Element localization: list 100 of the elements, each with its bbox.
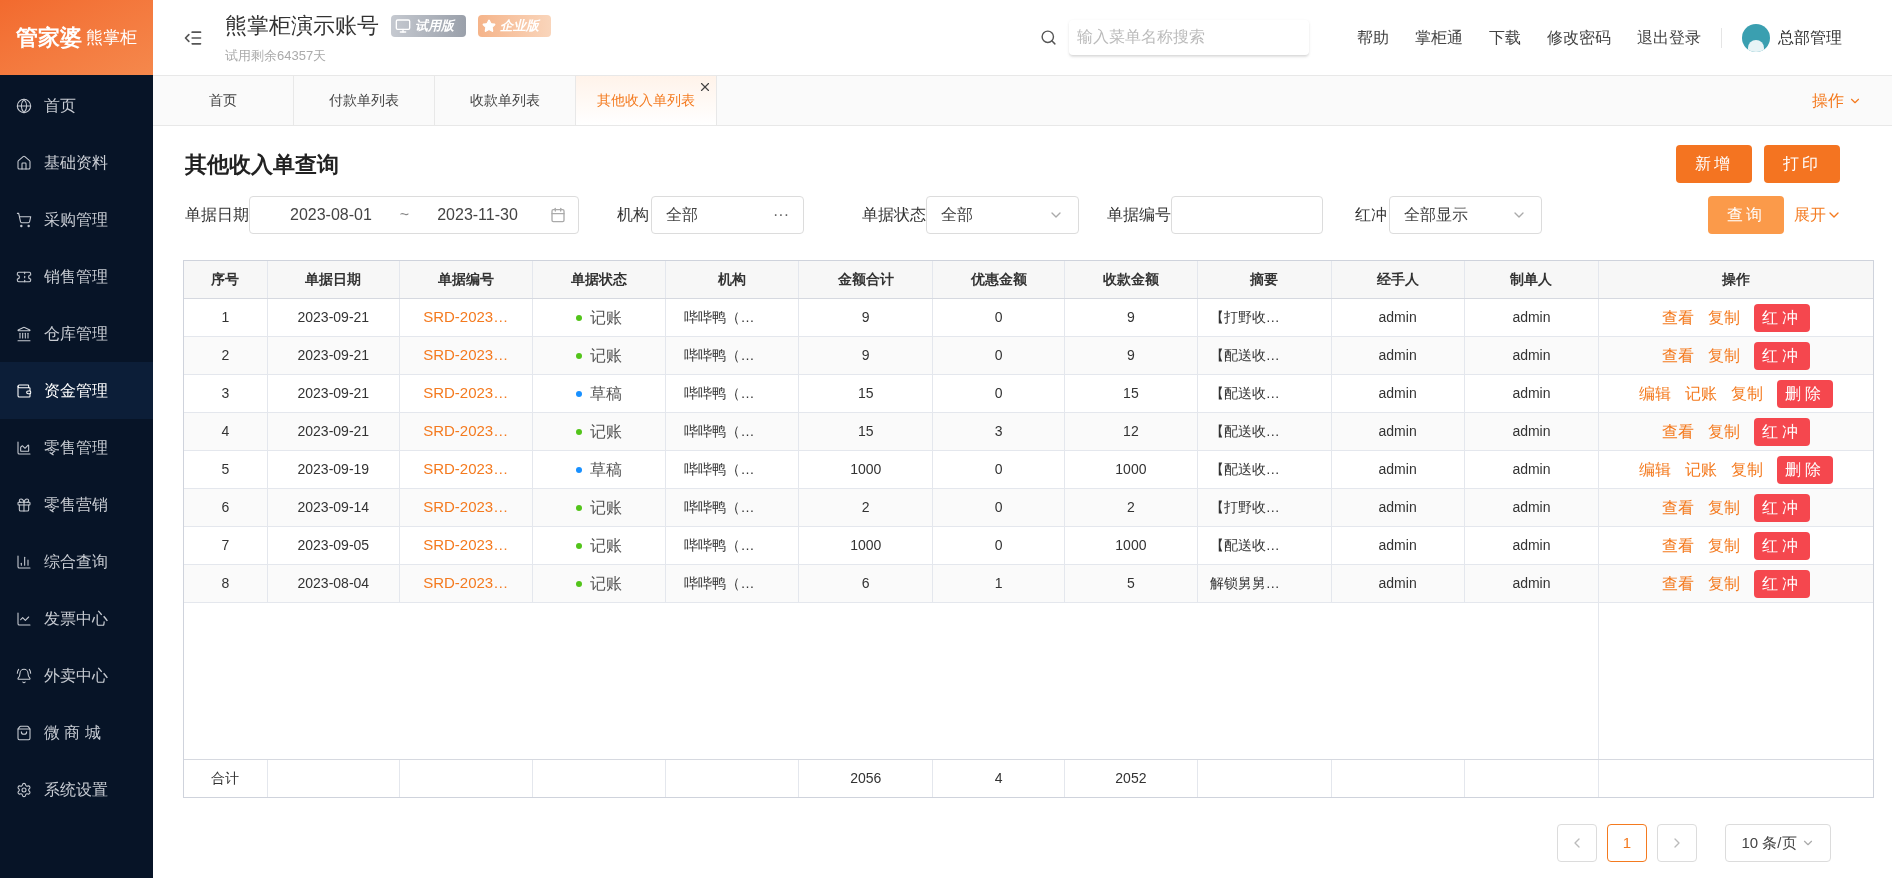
action-link[interactable]: 查看: [1662, 419, 1695, 444]
search-field[interactable]: 输入菜单名称搜索: [1069, 19, 1309, 56]
tab-menu-button[interactable]: 操作: [1812, 76, 1862, 125]
action-link[interactable]: 复制: [1708, 533, 1741, 558]
table-cell: 2023-09-14: [267, 489, 400, 526]
action-link[interactable]: 复制: [1708, 495, 1741, 520]
sidebar-item[interactable]: 零售营销: [0, 476, 153, 533]
total-cell: 合计: [184, 760, 268, 797]
tab[interactable]: 首页: [153, 76, 294, 125]
action-link[interactable]: 记账: [1685, 457, 1718, 482]
action-button[interactable]: 删除: [1777, 455, 1834, 484]
action-link[interactable]: 查看: [1662, 305, 1695, 330]
sidebar-item[interactable]: 仓库管理: [0, 305, 153, 362]
table-cell: admin: [1464, 451, 1600, 488]
table-cell: 15: [799, 413, 934, 450]
table-cell: admin: [1331, 413, 1465, 450]
column-header: 机构: [666, 261, 800, 298]
header-link[interactable]: 掌柜通: [1415, 25, 1463, 50]
document-link[interactable]: SRD-2023…: [399, 565, 533, 602]
status-select[interactable]: 全部: [926, 196, 1079, 234]
action-link[interactable]: 查看: [1662, 571, 1695, 596]
table-cell: admin: [1331, 299, 1465, 336]
document-link[interactable]: SRD-2023…: [399, 489, 533, 526]
sidebar-item[interactable]: 首页: [0, 77, 153, 134]
sidebar-item[interactable]: 微 商 城: [0, 704, 153, 761]
document-link[interactable]: SRD-2023…: [399, 337, 533, 374]
close-icon[interactable]: [698, 80, 712, 94]
header-link[interactable]: 帮助: [1357, 25, 1389, 50]
toolbar-button[interactable]: 新增: [1676, 145, 1752, 183]
document-link[interactable]: SRD-2023…: [399, 527, 533, 564]
column-header: 单据状态: [532, 261, 667, 298]
column-header: 优惠金额: [933, 261, 1065, 298]
action-link[interactable]: 复制: [1708, 571, 1741, 596]
toolbar-button[interactable]: 打印: [1764, 145, 1840, 183]
header-link[interactable]: 修改密码: [1547, 25, 1611, 50]
table-cell: admin: [1464, 413, 1600, 450]
sidebar-item[interactable]: 基础资料: [0, 134, 153, 191]
action-link[interactable]: 查看: [1662, 343, 1695, 368]
action-link[interactable]: 查看: [1662, 495, 1695, 520]
status-cell: 记账: [532, 489, 667, 526]
bell-icon: [16, 667, 32, 684]
table-cell: admin: [1331, 451, 1465, 488]
star-icon: [482, 18, 496, 33]
document-link[interactable]: SRD-2023…: [399, 413, 533, 450]
tab[interactable]: 其他收入单列表: [576, 76, 717, 125]
action-link[interactable]: 复制: [1708, 419, 1741, 444]
trial-note: 试用剩余64357天: [225, 47, 328, 66]
sidebar-item[interactable]: 资金管理: [0, 362, 153, 419]
action-button[interactable]: 红冲: [1754, 569, 1811, 598]
query-button[interactable]: 查询: [1708, 196, 1784, 234]
table-cell: admin: [1331, 489, 1465, 526]
table-cell: 5: [184, 451, 268, 488]
avatar[interactable]: [1742, 23, 1770, 52]
sidebar-item[interactable]: 零售管理: [0, 419, 153, 476]
table-cell: admin: [1464, 337, 1600, 374]
action-link[interactable]: 复制: [1731, 381, 1764, 406]
action-link[interactable]: 编辑: [1639, 381, 1672, 406]
action-button[interactable]: 红冲: [1754, 303, 1811, 332]
sidebar-item[interactable]: 发票中心: [0, 590, 153, 647]
table-cell: 哔哔鸭（…: [666, 565, 800, 602]
column-header: 单据编号: [399, 261, 533, 298]
action-button[interactable]: 删除: [1777, 379, 1834, 408]
page-size-select[interactable]: 10 条/页: [1725, 824, 1831, 862]
action-link[interactable]: 复制: [1731, 457, 1764, 482]
table-cell: 2023-09-21: [267, 299, 400, 336]
document-link[interactable]: SRD-2023…: [399, 299, 533, 336]
expand-button[interactable]: 展开: [1794, 203, 1842, 227]
table-cell: 2023-09-21: [267, 375, 400, 412]
document-link[interactable]: SRD-2023…: [399, 375, 533, 412]
table-cell: admin: [1331, 565, 1465, 602]
sidebar-item[interactable]: 系统设置: [0, 761, 153, 818]
table-cell: 2023-09-21: [267, 337, 400, 374]
action-link[interactable]: 复制: [1708, 343, 1741, 368]
calendar-icon: [550, 207, 566, 223]
action-button[interactable]: 红冲: [1754, 341, 1811, 370]
page-title: 其他收入单查询: [185, 150, 339, 179]
table-cell: 2023-08-04: [267, 565, 400, 602]
sidebar-item[interactable]: 外卖中心: [0, 647, 153, 704]
sidebar-item[interactable]: 销售管理: [0, 248, 153, 305]
action-link[interactable]: 记账: [1685, 381, 1718, 406]
date-range-field[interactable]: 2023-08-01 ~ 2023-11-30: [249, 196, 579, 234]
number-field[interactable]: [1171, 196, 1323, 234]
account-name: 熊掌柜演示账号: [225, 12, 379, 41]
sidebar-item[interactable]: 综合查询: [0, 533, 153, 590]
action-link[interactable]: 复制: [1708, 305, 1741, 330]
action-button[interactable]: 红冲: [1754, 493, 1811, 522]
table-cell: 2023-09-21: [267, 413, 400, 450]
action-button[interactable]: 红冲: [1754, 531, 1811, 560]
action-link[interactable]: 编辑: [1639, 457, 1672, 482]
tab[interactable]: 付款单列表: [294, 76, 435, 125]
action-link[interactable]: 查看: [1662, 533, 1695, 558]
action-button[interactable]: 红冲: [1754, 417, 1811, 446]
header-link[interactable]: 退出登录: [1637, 25, 1701, 50]
reversal-select[interactable]: 全部显示: [1389, 196, 1542, 234]
page-button[interactable]: 1: [1607, 824, 1647, 862]
table-cell: 0: [933, 375, 1065, 412]
header-link[interactable]: 下载: [1489, 25, 1521, 50]
org-select[interactable]: 全部 ···: [651, 196, 804, 234]
document-link[interactable]: SRD-2023…: [399, 451, 533, 488]
sidebar-item[interactable]: 采购管理: [0, 191, 153, 248]
